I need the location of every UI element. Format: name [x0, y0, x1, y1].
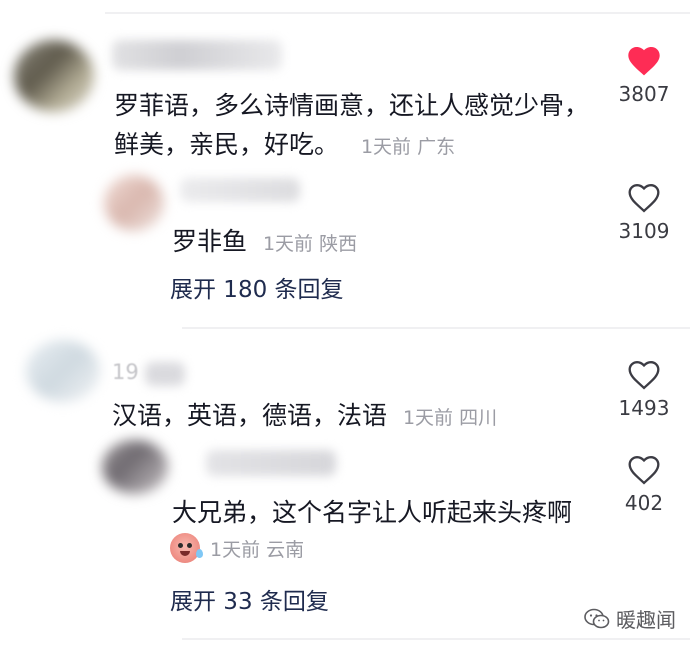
username-text[interactable]: 19 [112, 360, 139, 384]
like-count: 3109 [618, 219, 670, 243]
like-button[interactable]: 3807 [604, 46, 684, 106]
heart-outline-icon [628, 456, 660, 485]
comment-meta: 1天前 四川 [402, 407, 498, 429]
reply-like-button[interactable]: 3109 [604, 183, 684, 243]
heart-outline-icon [628, 184, 660, 213]
comment-line: 汉语，英语，德语，法语 1天前 四川 [112, 396, 497, 432]
like-count: 402 [624, 491, 664, 515]
watermark: 暖趣闻 [584, 604, 676, 633]
like-count: 1493 [618, 396, 670, 420]
comment-text-line-1: 罗菲语，多么诗情画意，还让人感觉少骨， [114, 91, 590, 120]
reply-avatar[interactable] [102, 440, 168, 494]
comment-text: 鲜美，亲民，好吃。 [114, 130, 340, 159]
reply-like-button[interactable]: 402 [604, 455, 684, 515]
watermark-text: 暖趣闻 [616, 608, 676, 632]
reply-line: 罗非鱼 1天前 陕西 [172, 222, 357, 258]
reply-meta: 1天前 陕西 [262, 233, 358, 255]
wechat-icon [584, 608, 610, 628]
heart-outline-icon [628, 361, 660, 390]
divider-bottom [182, 638, 690, 640]
heart-filled-icon [628, 46, 660, 76]
username[interactable] [145, 362, 185, 386]
sweat-emoji-icon [170, 533, 203, 563]
reply-avatar[interactable] [104, 175, 164, 231]
divider-top [105, 12, 690, 14]
like-count: 3807 [618, 82, 670, 106]
reply-username[interactable] [180, 178, 300, 202]
avatar[interactable] [26, 340, 100, 402]
like-button[interactable]: 1493 [604, 360, 684, 420]
avatar[interactable] [14, 40, 94, 112]
expand-replies-button[interactable]: 展开 33 条回复 [170, 582, 329, 616]
reply-text: 罗非鱼 [172, 227, 248, 256]
expand-replies-button[interactable]: 展开 180 条回复 [170, 270, 344, 304]
comment-meta: 1天前 广东 [360, 136, 456, 158]
reply-text: 大兄弟，这个名字让人听起来头疼啊 [172, 498, 573, 527]
comment-text-line-2: 鲜美，亲民，好吃。 1天前 广东 [114, 125, 455, 161]
reply-meta: 1天前 云南 [210, 539, 305, 561]
username[interactable] [112, 40, 282, 70]
reply-username[interactable] [206, 450, 336, 476]
divider [182, 327, 690, 329]
reply-meta-row: 1天前 云南 [170, 533, 370, 563]
comment-text: 汉语，英语，德语，法语 [112, 401, 388, 430]
